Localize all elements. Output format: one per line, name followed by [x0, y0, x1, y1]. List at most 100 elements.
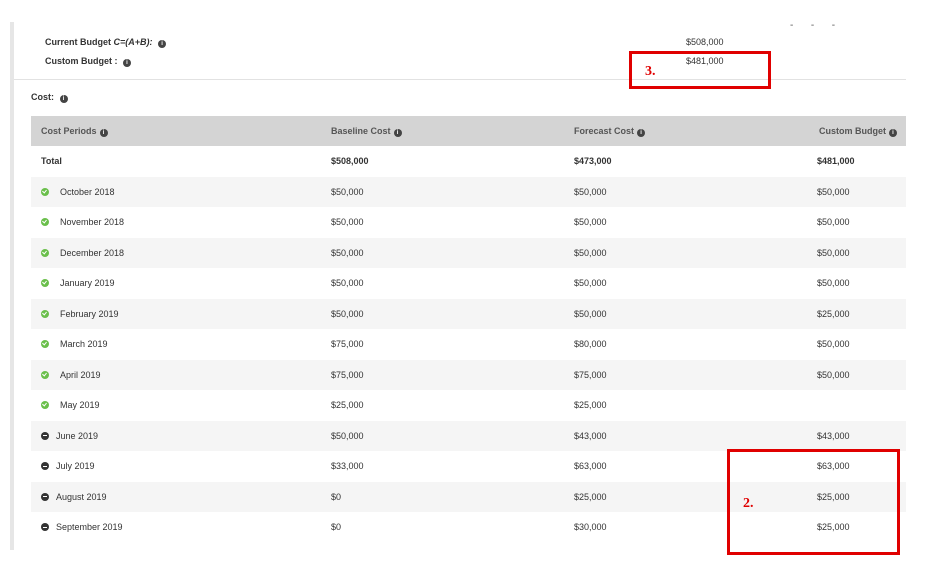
period-cell: November 2018 [31, 207, 331, 238]
current-budget-label: Current Budget C=(A+B): i [45, 37, 167, 48]
period-cell: March 2019 [31, 329, 331, 360]
period-cell: January 2019 [31, 268, 331, 299]
table-row: January 2019 $50,000 $50,000 $50,000 [31, 268, 906, 299]
total-label: Total [41, 156, 62, 167]
minus-circle-icon [41, 523, 49, 532]
current-budget-label-text: Current Budget [45, 37, 111, 47]
minus-circle-icon [41, 462, 49, 471]
column-header-forecast-cost-text: Forecast Cost [574, 125, 635, 136]
column-header-cost-periods-text: Cost Periods [41, 125, 97, 136]
baseline-cost-cell: $50,000 [331, 278, 364, 289]
info-icon[interactable]: i [889, 128, 897, 137]
info-icon[interactable]: i [158, 40, 167, 48]
custom-budget-cell: $50,000 [817, 176, 906, 207]
custom-budget-cell: $50,000 [817, 237, 906, 268]
info-icon[interactable]: i [393, 128, 402, 137]
table-row: June 2019 $50,000 $43,000 $43,000 [31, 420, 906, 451]
forecast-cost-cell: $50,000 [574, 237, 817, 268]
period-label: February 2019 [60, 308, 119, 319]
column-header-cost-periods: Cost Periods i [31, 116, 331, 146]
period-cell: April 2019 [31, 359, 331, 390]
table-row: November 2018 $50,000 $50,000 $50,000 [31, 207, 906, 238]
custom-budget-cell: $43,000 [817, 420, 906, 451]
forecast-cost-cell: $50,000 [574, 176, 817, 207]
period-label: October 2018 [60, 186, 115, 197]
period-label: September 2019 [56, 522, 123, 533]
baseline-cost-cell: $33,000 [331, 461, 364, 472]
callout-number-custom-budget: 2. [743, 496, 754, 511]
custom-budget-cell: $50,000 [817, 359, 906, 390]
table-row: February 2019 $50,000 $50,000 $25,000 [31, 298, 906, 329]
period-label: March 2019 [60, 339, 108, 350]
custom-budget-label: Custom Budget : i [45, 56, 132, 67]
baseline-cost-cell: $50,000 [331, 176, 574, 207]
custom-budget-cell: $50,000 [817, 217, 850, 228]
period-cell: October 2018 [31, 176, 331, 207]
forecast-cost-cell: $50,000 [574, 217, 607, 228]
total-baseline: $508,000 [331, 156, 369, 167]
period-label: July 2019 [56, 461, 95, 472]
period-label: August 2019 [56, 491, 107, 502]
cost-section-title-text: Cost: [31, 92, 54, 102]
period-cell: September 2019 [31, 512, 331, 543]
section-divider [14, 79, 906, 80]
check-circle-icon [41, 340, 49, 349]
info-icon[interactable]: i [59, 95, 68, 103]
baseline-cost-cell: $50,000 [331, 217, 364, 228]
minus-circle-icon [41, 492, 49, 501]
forecast-cost-cell: $50,000 [574, 298, 817, 329]
custom-budget-label-text: Custom Budget : [45, 56, 118, 66]
check-circle-icon [41, 218, 49, 227]
minus-circle-icon [41, 431, 49, 440]
forecast-cost-cell: $25,000 [574, 400, 607, 411]
total-custom-budget: $481,000 [817, 156, 855, 167]
table-row: May 2019 $25,000 $25,000 [31, 390, 906, 421]
check-circle-icon [41, 370, 49, 379]
table-row: October 2018 $50,000 $50,000 $50,000 [31, 176, 906, 207]
custom-budget-cell [817, 390, 906, 421]
period-label: December 2018 [60, 247, 125, 258]
current-budget-formula: C=(A+B): [113, 37, 153, 47]
custom-budget-cell: $25,000 [817, 298, 906, 329]
forecast-cost-cell: $75,000 [574, 359, 817, 390]
period-cell: August 2019 [31, 481, 331, 512]
cost-section-title: Cost: i [31, 92, 68, 103]
custom-budget-cell: $50,000 [817, 339, 850, 350]
baseline-cost-cell: $50,000 [331, 237, 574, 268]
period-label: June 2019 [56, 430, 99, 441]
forecast-cost-cell: $43,000 [574, 420, 817, 451]
baseline-cost-cell: $50,000 [331, 420, 574, 451]
forecast-cost-cell: $50,000 [574, 278, 607, 289]
table-header-row: Cost Periods i Baseline Cost i Forecast Co… [31, 116, 906, 146]
info-icon[interactable]: i [123, 59, 132, 67]
column-header-custom-budget: Custom Budget i [817, 116, 906, 146]
period-cell: July 2019 [31, 451, 331, 482]
baseline-cost-cell: $75,000 [331, 339, 364, 350]
total-forecast: $473,000 [574, 156, 612, 167]
period-cell: May 2019 [31, 390, 331, 421]
column-header-custom-budget-text: Custom Budget [819, 125, 886, 136]
check-circle-icon [41, 248, 49, 257]
period-label: January 2019 [60, 278, 115, 289]
callout-number-summary: 3. [645, 64, 656, 79]
forecast-cost-cell: $80,000 [574, 339, 607, 350]
period-cell: December 2018 [31, 237, 331, 268]
baseline-cost-cell: $0 [331, 522, 342, 533]
current-budget-value: $508,000 [686, 37, 724, 47]
left-border [10, 22, 14, 550]
check-circle-icon [41, 401, 49, 410]
baseline-cost-cell: $50,000 [331, 298, 574, 329]
period-cell: June 2019 [31, 420, 331, 451]
info-icon[interactable]: i [637, 128, 646, 137]
period-label: November 2018 [60, 217, 125, 228]
period-label: April 2019 [60, 369, 101, 380]
total-row: Total $508,000 $473,000 $481,000 [31, 146, 906, 177]
check-circle-icon [41, 279, 49, 288]
column-header-forecast-cost: Forecast Cost i [574, 116, 817, 146]
table-row: April 2019 $75,000 $75,000 $50,000 [31, 359, 906, 390]
check-circle-icon [41, 187, 49, 196]
table-row: March 2019 $75,000 $80,000 $50,000 [31, 329, 906, 360]
column-header-baseline-cost-text: Baseline Cost [331, 125, 391, 136]
info-icon[interactable]: i [99, 128, 108, 137]
table-row: December 2018 $50,000 $50,000 $50,000 [31, 237, 906, 268]
